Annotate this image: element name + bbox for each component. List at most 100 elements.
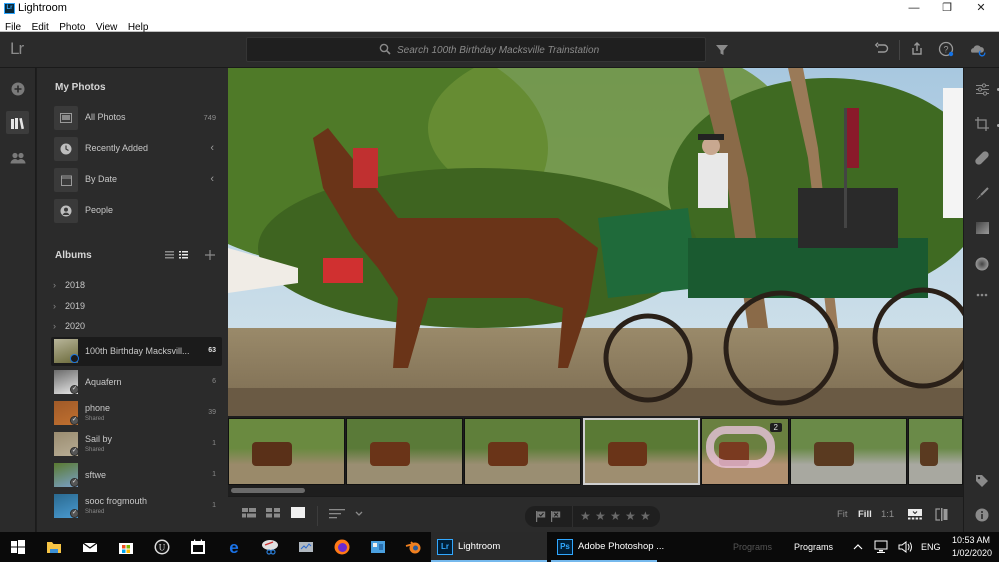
clock-time[interactable]: 10:53 AM [952, 535, 990, 545]
album-item[interactable]: 100th Birthday Macksvill... 63 [51, 337, 222, 366]
clock-icon [60, 143, 72, 155]
filmstrip-thumbnail[interactable]: 2 [701, 418, 789, 485]
album-name: Aquafern [85, 377, 122, 387]
performance-monitor-icon[interactable] [297, 538, 315, 556]
filmstrip-thumbnail[interactable] [464, 418, 581, 485]
album-item[interactable]: ✓ sftwe 1 [51, 461, 222, 490]
edit-tool[interactable] [974, 81, 990, 97]
taskbar-photoshop[interactable]: Ps Adobe Photoshop ... [551, 532, 664, 562]
nav-all-photos[interactable]: All Photos 749 [54, 106, 224, 130]
maximize-button[interactable]: ❐ [930, 0, 964, 17]
zoom-1-1[interactable]: 1:1 [881, 509, 894, 520]
add-album-icon[interactable] [205, 250, 215, 260]
list-view-icon[interactable] [165, 251, 174, 259]
zoom-fit[interactable]: Fit [837, 509, 848, 520]
album-name: 100th Birthday Macksvill... [85, 346, 190, 356]
album-item[interactable]: ✓ Sail by Shared 1 [51, 430, 222, 459]
keywords-tool[interactable] [974, 473, 990, 489]
square-grid-icon[interactable] [242, 508, 256, 518]
thumbnail-content [607, 442, 648, 466]
cloud-sync-icon[interactable] [969, 40, 987, 58]
control-panel-icon[interactable] [369, 538, 387, 556]
show-hidden-icons-icon[interactable] [852, 541, 864, 553]
rating-star-icon[interactable]: ★ [640, 509, 651, 523]
taskbar-lightroom[interactable]: Lr Lightroom [431, 532, 547, 562]
compare-before-after-icon[interactable] [935, 508, 948, 521]
file-explorer-icon[interactable] [45, 538, 63, 556]
volume-icon[interactable] [898, 540, 914, 554]
undo-icon[interactable] [873, 40, 891, 58]
info-tool[interactable] [974, 507, 990, 523]
filmstrip-thumbnail[interactable] [583, 418, 700, 485]
filmstrip-toggle-icon[interactable] [908, 509, 922, 520]
rating-star-icon[interactable]: ★ [580, 509, 591, 523]
search-input[interactable] [397, 41, 687, 59]
album-item[interactable]: ✓ phone Shared 39 [51, 399, 222, 428]
clock-date[interactable]: 1/02/2020 [952, 548, 992, 558]
year-folder-2019[interactable]: › 2019 [53, 301, 85, 311]
windows-start-icon[interactable] [9, 538, 27, 556]
sort-icon[interactable] [329, 508, 345, 520]
network-icon[interactable] [874, 540, 890, 554]
store-icon[interactable] [117, 538, 135, 556]
filmstrip-thumbnail[interactable] [346, 418, 463, 485]
blender-icon[interactable] [405, 538, 423, 556]
rating-star-icon[interactable]: ★ [610, 509, 621, 523]
minimize-button[interactable]: — [897, 0, 931, 17]
year-folder-2018[interactable]: › 2018 [53, 280, 85, 290]
filter-icon[interactable] [713, 41, 731, 59]
flag-pick-icon[interactable] [536, 511, 546, 522]
radial-gradient-tool[interactable] [974, 256, 990, 272]
healing-tool[interactable] [974, 150, 990, 166]
search-box[interactable] [246, 37, 706, 62]
edge-icon[interactable]: e [225, 538, 243, 556]
album-item[interactable]: ✓ sooc frogmouth Shared 1 [51, 492, 222, 521]
filmstrip-thumbnail[interactable] [228, 418, 345, 485]
more-tools[interactable] [974, 287, 990, 303]
rating-star-icon[interactable]: ★ [595, 509, 606, 523]
lr-logo: Lr [10, 39, 24, 58]
help-icon[interactable]: ? [937, 40, 955, 58]
thumbnail-content [370, 441, 411, 467]
album-item[interactable]: ✓ Aquafern 6 [51, 368, 222, 397]
unreal-engine-icon[interactable]: U [153, 538, 171, 556]
photo-grid-icon[interactable] [266, 508, 280, 518]
chevron-right-icon: › [53, 301, 56, 311]
snipping-tool-icon[interactable] [261, 538, 279, 556]
filmstrip-scrollbar[interactable] [231, 488, 305, 493]
mail-icon[interactable] [81, 538, 99, 556]
album-shared-label: Shared [85, 509, 105, 515]
rail-people[interactable] [6, 146, 29, 169]
zoom-fill[interactable]: Fill [858, 509, 872, 520]
close-button[interactable]: ✕ [964, 0, 998, 17]
task-label: Adobe Photoshop ... [578, 541, 665, 552]
chevron-left-icon[interactable]: ‹ [210, 173, 214, 185]
main-photo-view[interactable] [228, 68, 963, 416]
crop-tool[interactable] [974, 116, 990, 132]
sort-chevron-down-icon[interactable] [355, 511, 363, 517]
chevron-left-icon[interactable]: ‹ [210, 142, 214, 154]
detail-view-icon[interactable] [291, 507, 305, 518]
brush-tool[interactable] [974, 186, 990, 202]
nav-recently-added[interactable]: Recently Added ‹ [54, 137, 224, 161]
share-icon[interactable] [908, 40, 926, 58]
rail-library[interactable] [6, 111, 29, 134]
toolbar-programs[interactable]: Programs [794, 542, 833, 552]
filmstrip-thumbnail[interactable] [908, 418, 963, 485]
more-icon [976, 293, 988, 297]
flag-reject-icon[interactable] [551, 511, 561, 522]
detail-list-view-icon[interactable] [179, 251, 188, 259]
linear-gradient-tool[interactable] [974, 220, 990, 236]
filmstrip-thumbnail[interactable] [790, 418, 907, 485]
firefox-icon[interactable] [333, 538, 351, 556]
stack-count-badge[interactable]: 2 [769, 423, 782, 432]
rail-add-photos[interactable] [6, 77, 29, 100]
nav-by-date[interactable]: By Date ‹ [54, 168, 224, 192]
calendar-icon[interactable] [189, 538, 207, 556]
nav-people[interactable]: People [54, 199, 224, 223]
search-icon [379, 43, 391, 55]
year-folder-2020[interactable]: › 2020 [53, 321, 85, 331]
language-indicator[interactable]: ENG [921, 542, 941, 552]
rating-star-icon[interactable]: ★ [625, 509, 636, 523]
album-count: 1 [212, 502, 216, 509]
